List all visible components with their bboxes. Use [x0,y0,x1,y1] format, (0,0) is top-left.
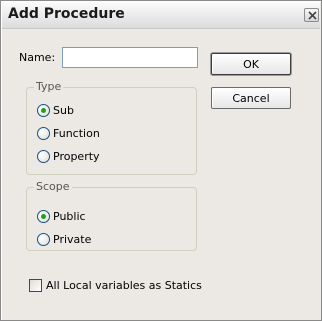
radio-button[interactable] [37,126,50,140]
statics-checkbox-label: All Local variables as Statics [46,278,202,292]
radio-property[interactable]: Property [37,149,100,163]
radio-public[interactable]: Public [37,209,86,223]
scope-group-title: Scope [34,180,72,193]
radio-sub[interactable]: Sub [37,103,74,117]
radio-public-label: Public [53,209,86,223]
type-group: Type Sub Function Property [26,80,197,175]
title-bar: Add Procedure [2,2,320,29]
radio-function-label: Function [53,126,100,140]
name-input[interactable] [62,47,198,68]
statics-checkbox[interactable] [29,278,42,292]
radio-private[interactable]: Private [37,232,91,246]
radio-sub-label: Sub [53,103,74,117]
radio-property-label: Property [53,149,100,163]
scope-group: Scope Public Private [26,180,197,251]
dialog-title: Add Procedure [8,6,125,22]
close-button[interactable] [304,8,319,22]
cancel-button[interactable]: Cancel [211,87,291,109]
close-icon [308,11,317,20]
radio-button-checked[interactable] [37,209,50,223]
name-label: Name: [19,51,56,64]
radio-private-label: Private [53,232,92,246]
statics-checkbox-row[interactable]: All Local variables as Statics [29,278,202,292]
ok-button[interactable]: OK [211,53,291,75]
radio-button[interactable] [37,232,50,246]
radio-button-checked[interactable] [37,103,50,117]
radio-button[interactable] [37,149,50,163]
radio-function[interactable]: Function [37,126,100,140]
type-group-title: Type [34,80,64,93]
add-procedure-dialog: Add Procedure Name: OK Cancel Type Sub F… [0,0,322,321]
